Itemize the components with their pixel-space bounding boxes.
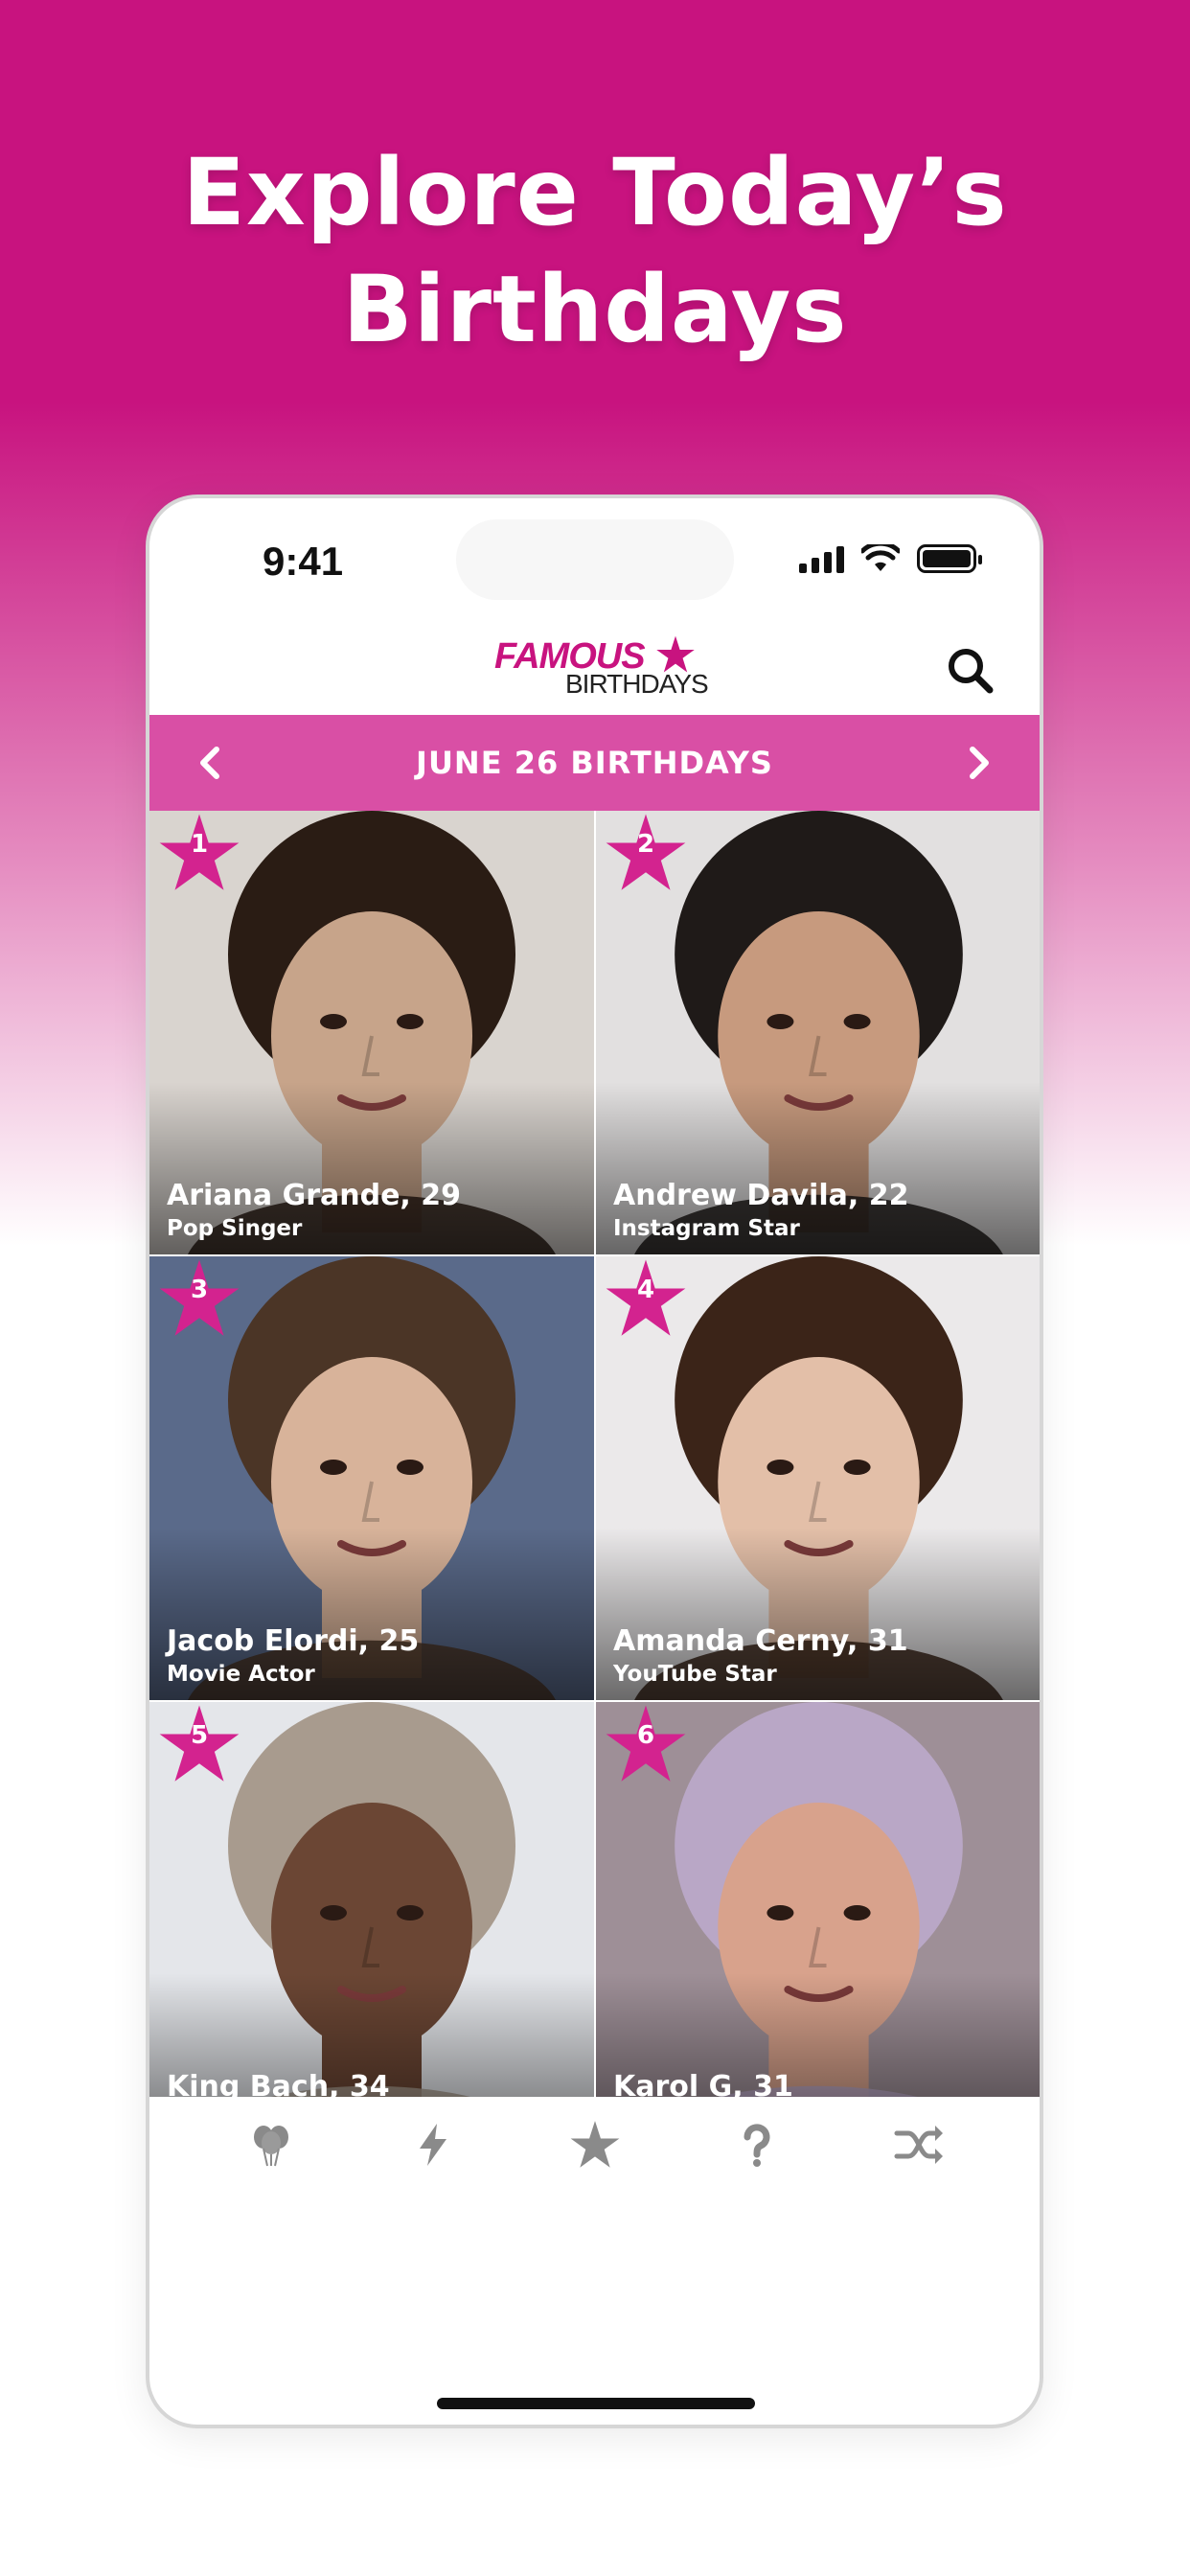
search-icon[interactable] [944, 644, 995, 696]
headline-line-1: Explore Today’s [182, 139, 1008, 246]
celebrity-name: Amanda Cerny, 31 [613, 1624, 908, 1658]
dynamic-island [456, 519, 734, 600]
celebrity-name: Jacob Elordi, 25 [167, 1624, 420, 1658]
question-icon [743, 2124, 769, 2167]
tab-random[interactable] [890, 2116, 948, 2174]
celebrity-card[interactable]: 5 King Bach, 34 TV Actor [149, 1702, 594, 2097]
rank-number: 5 [190, 1721, 209, 1750]
celebrity-card[interactable]: 2 Andrew Davila, 22 Instagram Star [596, 811, 1040, 1254]
rank-number: 4 [636, 1276, 655, 1304]
previous-day-chevron-icon[interactable] [190, 742, 232, 784]
rank-number: 1 [190, 830, 209, 859]
celebrity-name: Andrew Davila, 22 [613, 1179, 909, 1212]
battery-icon [917, 544, 982, 573]
date-navigation-bar: JUNE 26 BIRTHDAYS [149, 715, 1040, 811]
celebrity-card[interactable]: 6 Karol G, 31 Reggaeton Singer [596, 1702, 1040, 2097]
status-time: 9:41 [263, 539, 344, 584]
bottom-tab-bar [149, 2097, 1040, 2193]
celebrity-occupation: Instagram Star [613, 1216, 800, 1241]
star-icon [570, 2121, 619, 2168]
status-icons [799, 544, 982, 573]
celebrity-occupation: Movie Actor [167, 1662, 315, 1687]
rank-number: 6 [636, 1721, 655, 1750]
rank-number: 3 [190, 1276, 209, 1304]
lightning-icon [419, 2124, 446, 2166]
tab-trending[interactable] [404, 2116, 462, 2174]
home-indicator[interactable] [437, 2398, 755, 2409]
rank-number: 2 [636, 830, 655, 859]
next-day-chevron-icon[interactable] [957, 742, 999, 784]
balloons-icon [253, 2126, 288, 2167]
celebrity-card[interactable]: 3 Jacob Elordi, 25 Movie Actor [149, 1256, 594, 1700]
app-header: FAMOUS BIRTHDAYS [149, 623, 1040, 715]
famous-birthdays-logo[interactable]: FAMOUS BIRTHDAYS [494, 635, 709, 703]
celebrity-name: Ariana Grande, 29 [167, 1179, 462, 1212]
wifi-icon [861, 544, 900, 571]
celebrity-card[interactable]: 1 Ariana Grande, 29 Pop Singer [149, 811, 594, 1254]
cellular-signal-icon [799, 544, 844, 573]
tab-popular[interactable] [566, 2116, 624, 2174]
tab-birthdays[interactable] [242, 2116, 300, 2174]
tab-quiz[interactable] [728, 2116, 786, 2174]
promo-headline: Explore Today’s Birthdays [0, 134, 1190, 368]
celebrity-name: King Bach, 34 [167, 2070, 390, 2097]
celebrity-grid: 1 Ariana Grande, 29 Pop Singer 2 Andrew … [149, 811, 1040, 2097]
phone-frame: 9:41 FAMOUS BIRTHDAYS JUNE 26 BIRTHDAYS … [146, 494, 1043, 2428]
celebrity-occupation: YouTube Star [613, 1662, 777, 1687]
headline-line-2: Birthdays [342, 256, 848, 363]
shuffle-icon [894, 2126, 943, 2164]
status-bar: 9:41 [149, 498, 1040, 623]
logo-birthdays-text: BIRTHDAYS [565, 669, 709, 699]
celebrity-name: Karol G, 31 [613, 2070, 793, 2097]
celebrity-card[interactable]: 4 Amanda Cerny, 31 YouTube Star [596, 1256, 1040, 1700]
date-title: JUNE 26 BIRTHDAYS [416, 745, 773, 781]
celebrity-occupation: Pop Singer [167, 1216, 303, 1241]
